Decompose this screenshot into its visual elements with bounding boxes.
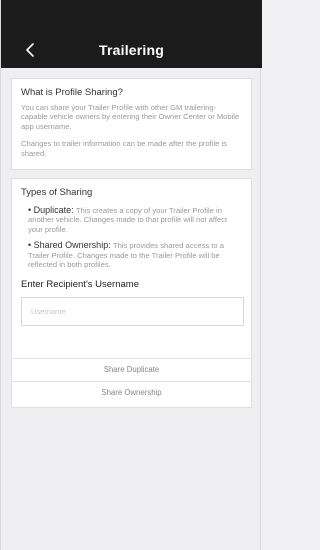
app-screen: Trailering What is Profile Sharing? You … [0, 0, 262, 550]
recipient-username-label: Enter Recipient's Username [21, 279, 139, 291]
shared-ownership-title: Shared Ownership: [33, 240, 111, 251]
share-ownership-button[interactable]: Share Ownership [12, 381, 251, 404]
header-bar: Trailering [1, 32, 262, 68]
sharing-types-card: Types of Sharing • Duplicate: This creat… [11, 178, 252, 408]
profile-sharing-heading: What is Profile Sharing? [21, 87, 123, 98]
profile-sharing-note: Changes to trailer information can be ma… [21, 139, 227, 158]
duplicate-bullet: • Duplicate: This creates a copy of your… [28, 205, 228, 234]
shared-ownership-bullet: • Shared Ownership: This provides shared… [28, 240, 224, 270]
profile-sharing-description: You can share your Trailer Profile with … [21, 103, 240, 131]
profile-sharing-card: What is Profile Sharing? You can share y… [11, 78, 252, 170]
username-input[interactable] [21, 297, 244, 327]
page-title: Trailering [98, 42, 165, 58]
sharing-types-heading: Types of Sharing [21, 187, 93, 198]
share-duplicate-button[interactable]: Share Duplicate [12, 358, 251, 381]
status-bar [1, 0, 262, 32]
duplicate-title: Duplicate: [33, 205, 74, 215]
